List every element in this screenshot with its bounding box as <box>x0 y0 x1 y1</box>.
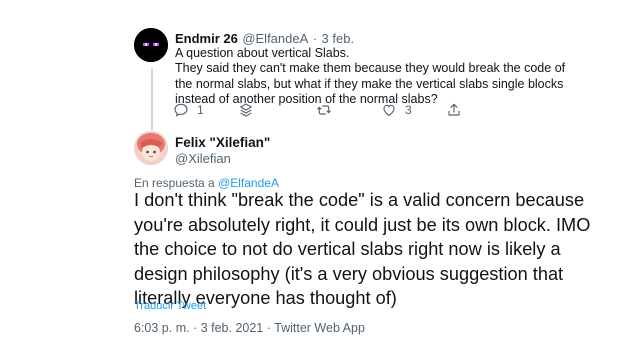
author-handle[interactable]: @ElfandeA <box>242 31 308 46</box>
thread-connector-line <box>151 68 153 130</box>
author-handle[interactable]: @Xilefian <box>175 151 231 166</box>
tweet-text: A question about vertical Slabs. They sa… <box>175 46 615 108</box>
share-icon <box>448 103 460 116</box>
retweet-icon <box>317 105 331 115</box>
avatar[interactable] <box>134 131 168 165</box>
tweet-text-line: They said they can't make them because t… <box>175 61 566 76</box>
enderman-avatar-icon <box>134 28 168 62</box>
translate-tweet-link[interactable]: Traducir Tweet <box>134 300 206 312</box>
tweet-text-line: A question about vertical Slabs. <box>175 46 350 60</box>
tweet-text-line: the normal slabs, but what if they make … <box>175 76 564 91</box>
anime-avatar-icon <box>134 131 168 165</box>
avatar[interactable] <box>134 28 168 62</box>
share-button[interactable] <box>446 100 462 120</box>
tweet-timestamp[interactable]: 6:03 p. m. · 3 feb. 2021 · Twitter Web A… <box>134 321 365 335</box>
retweet-button[interactable] <box>316 100 332 120</box>
tweet-text-line: I don't think "break the code" is a vali… <box>134 190 585 210</box>
tweet-text: I don't think "break the code" is a vali… <box>134 188 634 311</box>
like-button[interactable]: 3 <box>381 100 412 120</box>
author-name[interactable]: Felix "Xilefian" <box>175 135 270 150</box>
author-name[interactable]: Endmir 26 <box>175 31 238 46</box>
tweet-text-line: literally everyone has thought of) <box>134 288 397 308</box>
thread-button[interactable] <box>238 100 254 120</box>
tweet-text-line: design philosophy (it's a very obvious s… <box>134 263 564 284</box>
reply-count: 1 <box>197 103 204 117</box>
like-icon <box>383 104 395 116</box>
like-count: 3 <box>405 103 412 117</box>
reply-button[interactable]: 1 <box>173 100 204 120</box>
tweet-text-line: the choice to not do vertical slabs righ… <box>134 239 561 259</box>
tweet-date[interactable]: 3 feb. <box>322 31 355 46</box>
more-icon <box>240 103 252 117</box>
reply-icon <box>174 103 188 117</box>
tweet-text-line: you're absolutely right, it could just b… <box>134 214 591 235</box>
dot-separator: · <box>312 31 318 46</box>
